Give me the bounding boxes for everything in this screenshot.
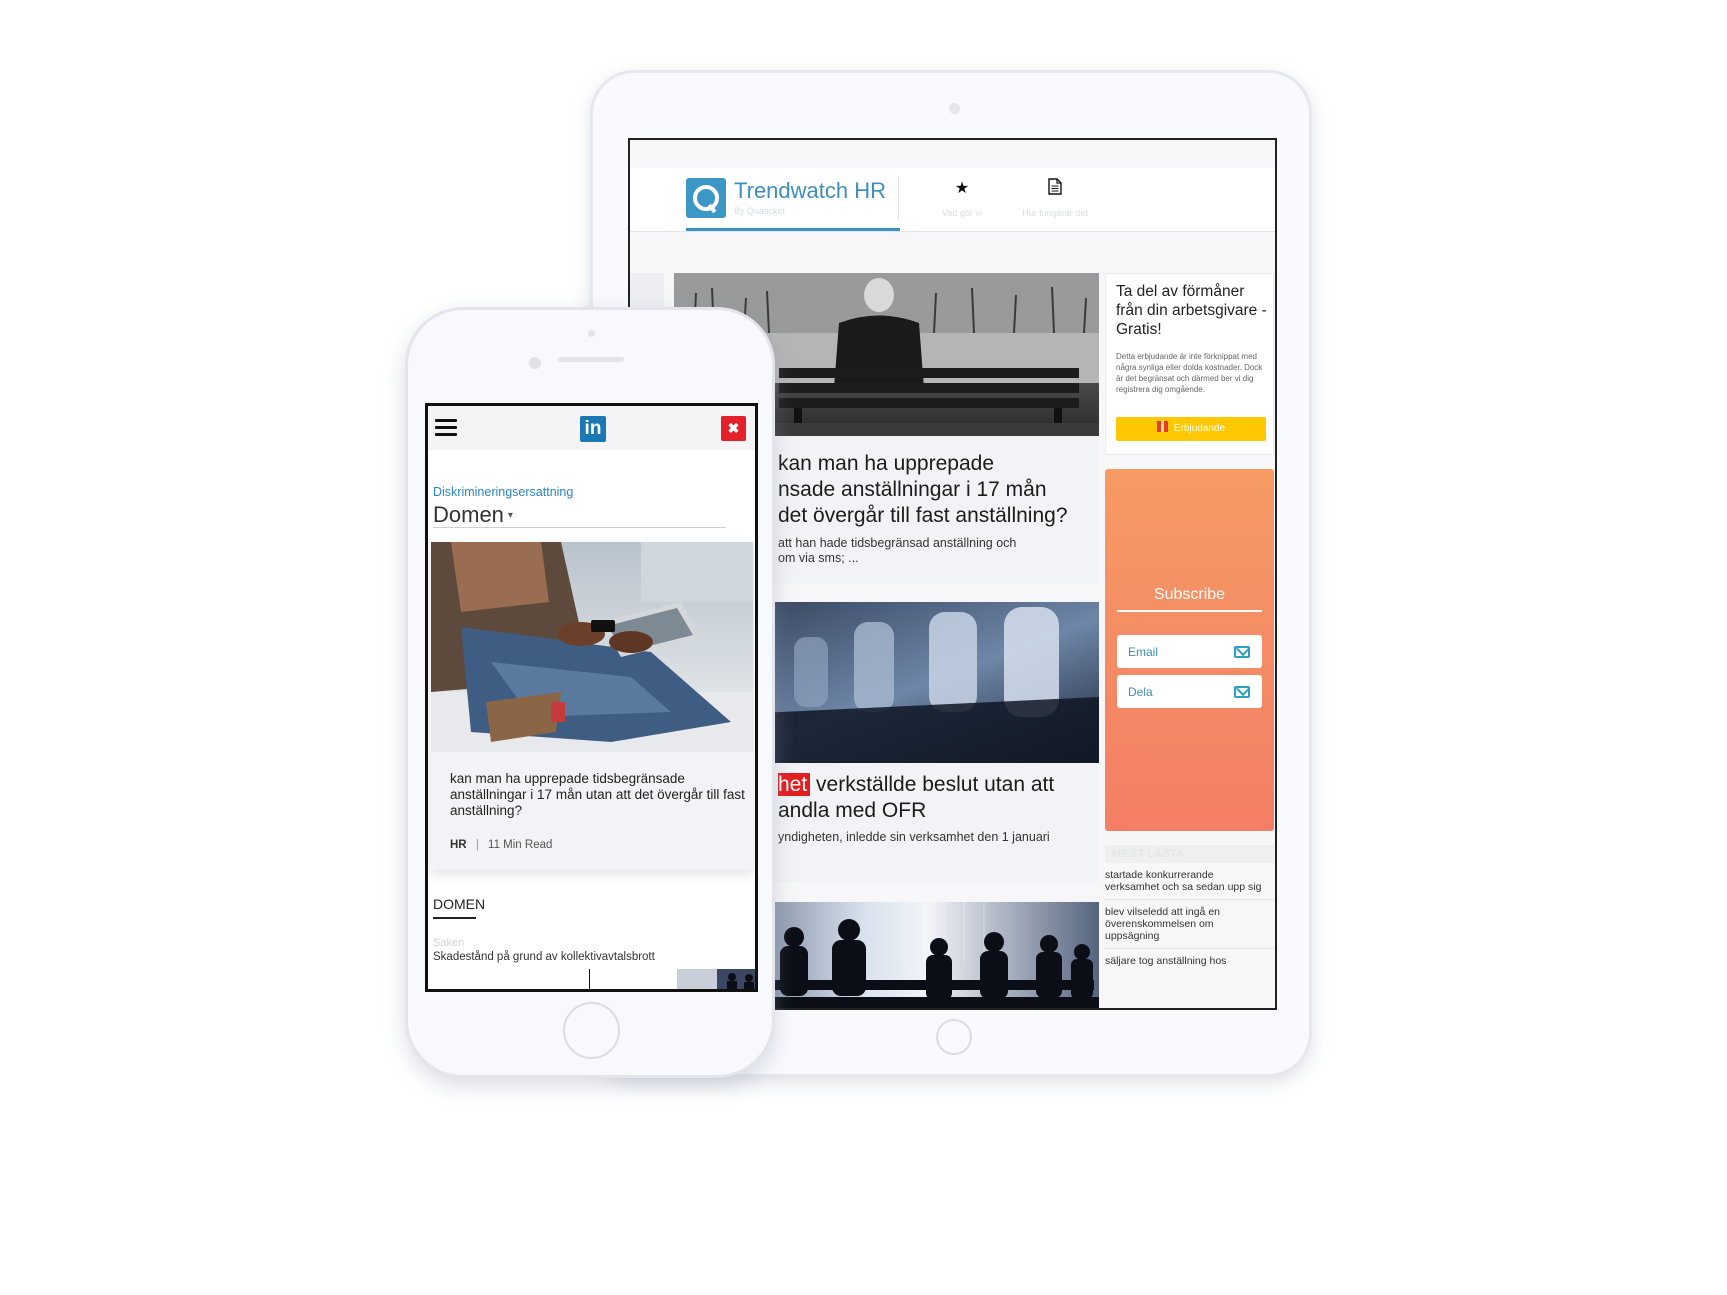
domain-dropdown[interactable]: Domen ▾ [433,502,726,528]
menu-icon[interactable] [435,419,457,437]
trendwatch-logo-icon[interactable] [686,178,726,218]
promo-title: Ta del av förmåner från din arbetsgivare… [1116,283,1267,338]
article-title[interactable]: kan man ha upprepade nsade anställningar… [778,451,1099,529]
nav-label: Hur fungerar det [1022,208,1088,218]
phone-sensor [588,330,595,337]
article-excerpt-line: om via sms; ... [778,551,859,565]
section-underline [433,917,476,919]
gift-icon [1156,421,1168,432]
article-meta: HR | 11 Min Read [450,839,552,851]
email-field[interactable]: Email [1117,635,1262,668]
share-placeholder: Dela [1128,685,1153,699]
article-title-line: andla med OFR [778,799,927,822]
phone-home-button[interactable] [563,1002,620,1059]
caret-down-icon: ▾ [507,510,513,521]
phone-screen: in ✖ Diskrimineringsersattning Domen ▾ k… [425,403,758,992]
close-icon[interactable]: ✖ [721,416,746,441]
site-brand-sub: By Quaticket [734,206,786,216]
active-tab-underline [686,228,900,231]
article-title-line: kan man ha upprepade [778,452,994,475]
article-title-text: verkställde beslut utan att [810,773,1055,796]
sub-label: Saken [433,937,465,949]
share-field[interactable]: Dela [1117,675,1262,708]
article-excerpt: yndigheten, inledde sin verksamhet den 1… [778,830,1088,845]
tablet-camera [949,103,960,114]
mail-icon [1234,686,1250,698]
article-excerpt: att han hade tidsbegränsad anställning o… [778,536,1088,566]
article-title[interactable]: kan man ha upprepade tidsbegränsade anst… [450,771,745,819]
header-divider [898,176,899,220]
promo-box: Ta del av förmåner från din arbetsgivare… [1105,273,1274,455]
article-image-tablet-reader [431,542,753,752]
content-divider [589,969,590,989]
meta-separator: | [475,839,479,851]
offer-button-label: Erbjudande [1173,423,1226,434]
tablet-home-button[interactable] [936,1019,972,1055]
title-highlight: het [778,773,811,796]
category-link[interactable]: Diskrimineringsersattning [433,485,573,499]
subscribe-divider [1117,610,1262,612]
phone-camera [529,357,541,369]
article-title-line: det övergår till fast anställning? [778,504,1068,527]
article-title-line: nsade anställningar i 17 mån [778,478,1047,501]
article-tag[interactable]: HR [450,839,467,851]
list-item[interactable]: säljare tog anställning hos [1105,949,1274,973]
subscribe-box: Subscribe Email Dela [1105,469,1274,831]
document-icon [1010,178,1100,200]
domain-dropdown-value: Domen [433,502,504,527]
most-read-heading: MEST LÄSTA [1105,845,1274,863]
offer-button[interactable]: Erbjudande [1116,417,1266,441]
thumbnail-image [677,969,755,989]
phone-device: in ✖ Diskrimineringsersattning Domen ▾ k… [405,307,775,1078]
nav-item-hur-fungerar-det[interactable]: Hur fungerar det [1010,178,1100,218]
promo-text: Detta erbjudande är inte förknippat med … [1116,352,1263,394]
section-title[interactable]: DOMEN [433,896,485,912]
nav-item-vad-gor-vi[interactable]: ★ Vad gör vi [917,178,1007,218]
linkedin-icon[interactable]: in [580,416,606,442]
article-title[interactable]: het verkställde beslut utan att andla me… [778,772,1099,824]
article-title-line: het verkställde beslut utan att [778,772,1099,798]
site-brand[interactable]: Trendwatch HR [734,178,886,204]
site-header: Trendwatch HR By Quaticket ★ Vad gör vi … [630,168,1275,232]
phone-topbar: in ✖ [428,406,755,450]
star-icon: ★ [954,180,970,197]
article-excerpt-line: yndigheten, inledde sin verksamhet den 1… [778,830,1050,844]
article-excerpt-line: att han hade tidsbegränsad anställning o… [778,536,1017,550]
subscribe-title: Subscribe [1153,586,1226,603]
mail-icon [1234,646,1250,658]
list-item[interactable]: blev vilseledd att ingå en överenskommel… [1105,900,1274,949]
nav-label: Vad gör vi [942,208,982,218]
email-placeholder: Email [1128,645,1159,659]
list-item[interactable]: startade konkurrerande verksamhet och sa… [1105,863,1274,900]
read-time: 11 Min Read [488,839,553,851]
phone-speaker [558,357,624,362]
most-read-list: MEST LÄSTA startade konkurrerande verksa… [1105,845,1274,973]
list-item[interactable]: Skadestånd på grund av kollektivavtalsbr… [433,951,655,963]
article-card[interactable]: kan man ha upprepade tidsbegränsade anst… [431,542,753,870]
